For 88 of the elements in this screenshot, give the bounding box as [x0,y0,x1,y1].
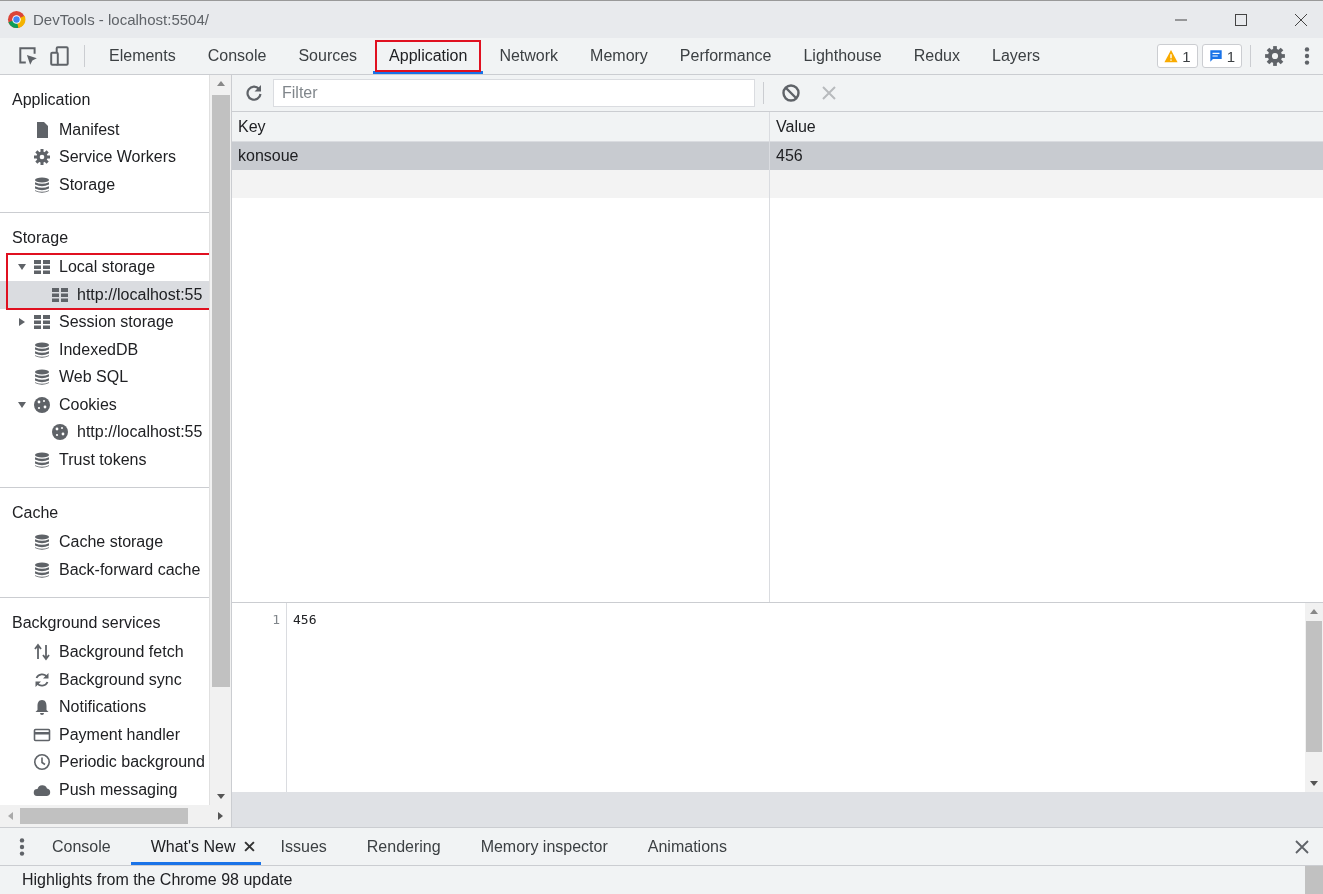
database-icon [33,533,51,552]
expanded-arrow-icon[interactable] [17,399,27,410]
panel-tab[interactable]: Console [191,38,283,74]
scroll-up-icon[interactable] [215,79,226,89]
panel-tab[interactable]: Elements [93,38,192,74]
drawer-tab[interactable]: Rendering [346,828,461,865]
more-menu-icon[interactable] [18,835,26,858]
drawer-tab[interactable]: Console [40,828,131,865]
drawer-tab[interactable]: Issues [260,828,347,865]
sidebar-item[interactable]: Push messaging [0,776,210,804]
drawer-tab[interactable]: Animations [627,828,747,865]
sidebar-item[interactable]: http://localhost:55 [0,281,210,309]
warning-icon [1164,49,1179,63]
up-down-arrows-icon [33,643,51,662]
column-header[interactable]: Key [232,112,769,142]
counter-badge[interactable]: 1 [1157,44,1198,68]
sidebar-item[interactable]: Session storage [0,308,210,336]
message-icon [1208,49,1223,63]
scroll-down-icon[interactable] [1309,778,1319,788]
sidebar-item[interactable]: Back-forward cache [0,556,210,584]
sidebar-item[interactable]: Service Workers [0,143,210,171]
gear-icon [33,148,51,167]
panel-tab[interactable]: Network [483,38,575,74]
filter-field[interactable]: Filter [273,79,755,107]
sidebar-item[interactable]: Background sync [0,666,210,694]
drawer-tab[interactable]: Memory inspector [460,828,628,865]
sidebar-item[interactable]: Manifest [0,116,210,144]
scrollbar-thumb[interactable] [1306,621,1322,752]
scrollbar-thumb[interactable] [1305,866,1323,894]
scrollbar-thumb[interactable] [20,808,188,824]
collapsed-arrow-icon[interactable] [17,317,27,328]
scroll-right-icon[interactable] [215,811,225,821]
sidebar-item[interactable]: Storage [0,171,210,199]
section-heading: Storage [11,227,70,248]
sidebar-item[interactable]: Cache storage [0,528,210,556]
clear-all-icon[interactable] [781,83,801,103]
line-number: 1 [271,611,281,629]
table-cell[interactable]: konsoue [232,142,769,170]
database-icon [33,560,51,579]
panel-tab[interactable]: Layers [976,38,1057,74]
grid-icon [51,285,69,304]
table-cell[interactable]: 456 [770,142,1323,170]
close-icon[interactable] [1295,839,1309,854]
database-icon [33,175,51,194]
sidebar-item[interactable]: Background fetch [0,638,210,666]
sidebar-item[interactable]: Web SQL [0,363,210,391]
database-icon [33,340,51,359]
sidebar-item[interactable]: Periodic background [0,748,210,776]
column-header[interactable]: Value [770,112,1323,142]
window-title: DevTools - localhost:5504/ [33,11,209,28]
grid-icon [33,258,51,277]
more-menu-icon[interactable] [1303,45,1311,67]
panel-tab[interactable]: Lighthouse [787,38,898,74]
bell-icon [33,698,51,717]
database-icon [33,368,51,387]
close-icon[interactable] [1294,12,1308,27]
scroll-down-icon[interactable] [215,791,226,801]
refresh-icon[interactable] [244,83,264,103]
device-toolbar-icon[interactable] [49,45,71,67]
scrollbar-thumb[interactable] [211,95,230,687]
maximize-icon[interactable] [1234,12,1248,27]
cookie-icon [51,423,69,442]
sidebar-item[interactable]: http://localhost:55 [0,418,210,446]
panel-tab[interactable]: Memory [574,38,664,74]
panel-tab[interactable]: Sources [282,38,374,74]
sidebar-item[interactable]: Trust tokens [0,446,210,474]
sync-icon [33,670,51,689]
panel-tab[interactable]: Redux [897,38,976,74]
section-heading: Background services [11,612,162,633]
scroll-up-icon[interactable] [1309,607,1319,617]
close-icon[interactable] [243,841,255,852]
sidebar-item[interactable]: IndexedDB [0,336,210,364]
browser-logo-icon [7,10,26,29]
database-icon [33,450,51,469]
section-heading: Cache [11,502,60,523]
section-heading: Application [11,90,92,110]
sidebar-item[interactable]: Payment handler [0,721,210,749]
sidebar-item[interactable]: Local storage [7,253,210,281]
counter-badge[interactable]: 1 [1201,44,1242,68]
cookie-icon [33,395,51,414]
inspect-icon[interactable] [17,45,39,67]
sidebar-item[interactable]: Cookies [0,391,210,419]
grid-icon [33,313,51,332]
panel-tab[interactable]: Performance [663,38,788,74]
clock-icon [33,753,51,772]
drawer-heading: Highlights from the Chrome 98 update [22,871,293,889]
sidebar-item[interactable]: Notifications [0,693,210,721]
code-line: 456 [293,611,318,629]
